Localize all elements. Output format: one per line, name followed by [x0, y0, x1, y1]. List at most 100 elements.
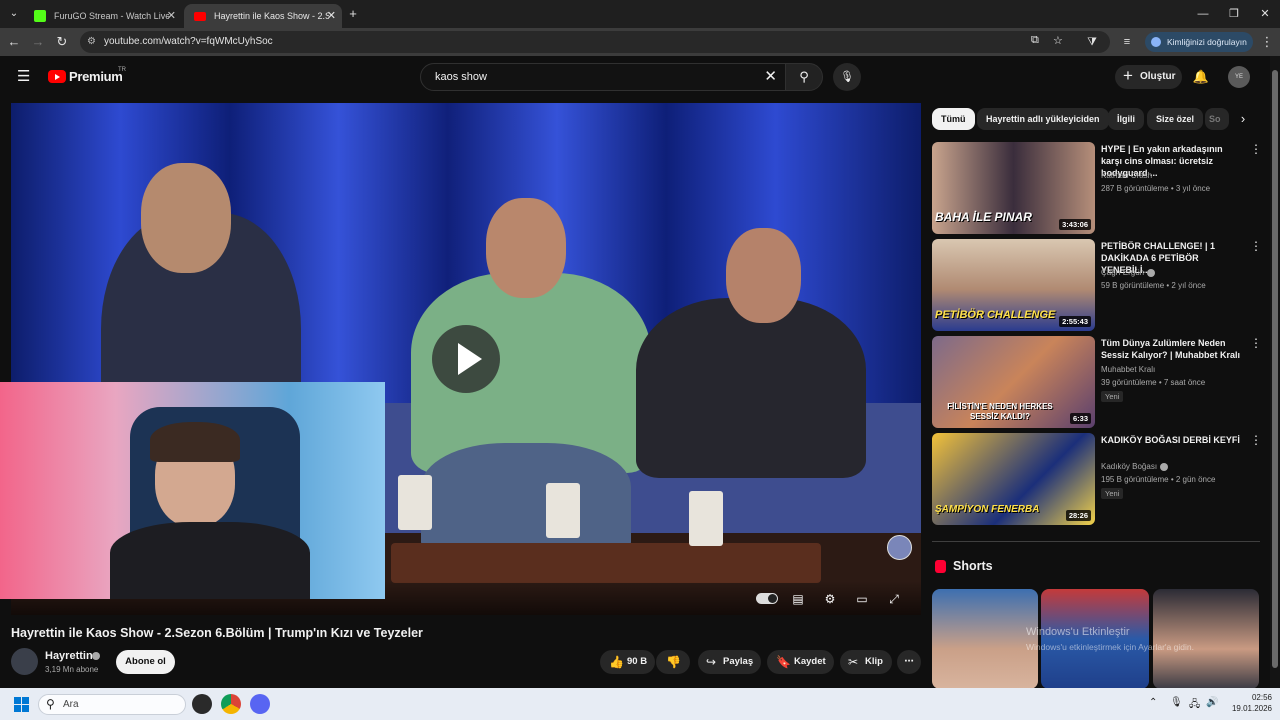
more-options-icon[interactable]: ⋮ — [1250, 433, 1262, 447]
reload-icon[interactable]: ↻ — [52, 32, 72, 52]
chevron-right-icon[interactable]: › — [1234, 109, 1252, 129]
close-tab-icon[interactable]: ✕ — [167, 4, 176, 28]
recommended-video[interactable]: PETİBÖR CHALLENGE 2:55:43 PETİBÖR CHALLE… — [932, 239, 1262, 332]
tab-search-icon[interactable]: ⌄ — [4, 4, 24, 24]
microphone-tray-icon[interactable]: 🎙 — [1170, 697, 1183, 708]
save-button[interactable]: 🔖 Kaydet — [767, 650, 834, 674]
forward-arrow-icon[interactable]: → — [28, 32, 48, 52]
install-app-icon[interactable]: ⧉ — [1031, 34, 1039, 47]
youtube-logo-text[interactable]: Premium — [69, 69, 123, 84]
video-title[interactable]: KADIKÖY BOĞASI DERBİ KEYFİ — [1101, 434, 1246, 446]
video-duration: 3:43:06 — [1059, 219, 1091, 230]
new-tab-plus-icon[interactable]: + — [343, 4, 363, 24]
channel-name[interactable]: Hayrettin — [45, 650, 93, 662]
shorts-thumbnail[interactable] — [1153, 589, 1259, 689]
recommended-video[interactable]: FİLİSTİN'E NEDEN HERKES SESSİZ KALDI? 6:… — [932, 336, 1262, 429]
more-options-icon[interactable]: ⋮ — [1250, 336, 1262, 350]
video-title[interactable]: Tüm Dünya Zulümlere Neden Sessiz Kalıyor… — [1101, 337, 1246, 361]
taskbar-app-icon[interactable] — [192, 694, 212, 714]
more-options-icon[interactable]: ⋮ — [1250, 142, 1262, 156]
share-button[interactable]: ↪ Paylaş — [698, 650, 761, 674]
bookmark-star-icon[interactable]: ☆ — [1053, 34, 1063, 47]
browser-tab-youtube[interactable]: Hayrettin ile Kaos Show - 2.Sez ✕ — [184, 4, 342, 28]
scrollbar-thumb[interactable] — [1272, 70, 1278, 668]
mic-icon[interactable]: 🎙 — [833, 63, 861, 91]
channel-name[interactable]: Katman Crash — [1101, 171, 1152, 180]
search-box[interactable]: kaos show ✕ — [420, 63, 786, 91]
browser-tab-furugo[interactable]: FuruGO Stream - Watch Live on ✕ — [24, 4, 182, 28]
taskbar-search[interactable]: Ara — [38, 694, 186, 715]
channel-name[interactable]: Muhabbet Kralı — [1101, 365, 1155, 374]
video-thumbnail[interactable]: BAHA İLE PINAR 3:43:06 — [932, 142, 1095, 234]
account-avatar[interactable]: YE — [1228, 66, 1250, 88]
restore-icon[interactable]: ❐ — [1217, 0, 1251, 28]
search-icon[interactable]: ⚲ — [785, 63, 823, 91]
video-meta: 287 B görüntüleme • 3 yıl önce — [1101, 184, 1211, 193]
discord-icon[interactable] — [250, 694, 270, 714]
more-options-icon[interactable]: ⋮ — [1250, 239, 1262, 253]
chip-related[interactable]: İlgili — [1108, 108, 1144, 130]
video-face-center — [486, 198, 566, 298]
video-thumbnail[interactable]: FİLİSTİN'E NEDEN HERKES SESSİZ KALDI? 6:… — [932, 336, 1095, 428]
chip-partial[interactable]: So — [1205, 108, 1229, 130]
clip-button[interactable]: ✂ Klip — [840, 650, 892, 674]
windows-start-icon[interactable] — [14, 697, 29, 712]
search-input[interactable]: kaos show — [435, 64, 487, 90]
create-button[interactable]: Oluştur — [1115, 64, 1182, 89]
volume-icon[interactable]: 🔊 — [1206, 697, 1218, 708]
subscribe-button[interactable]: Abone ol — [116, 650, 175, 674]
video-face-left — [141, 163, 231, 273]
subtitles-icon[interactable]: ▤ — [788, 591, 808, 607]
chrome-icon[interactable] — [221, 694, 241, 714]
channel-name[interactable]: Çağrı Ergün — [1101, 268, 1156, 277]
tab-title: Hayrettin ile Kaos Show - 2.Sez — [214, 11, 329, 21]
settings-gear-icon[interactable]: ⚙ — [820, 591, 840, 607]
more-actions-icon[interactable]: ⋯ — [897, 650, 921, 674]
address-bar[interactable]: ⚙ youtube.com/watch?v=fqWMcUyhSoc ⧉ ☆ — [80, 31, 1110, 53]
close-tab-icon[interactable]: ✕ — [327, 4, 336, 28]
theater-mode-icon[interactable]: ▭ — [852, 591, 872, 607]
hamburger-menu-icon[interactable]: ☰ — [17, 67, 30, 85]
minimize-icon[interactable]: — — [1186, 0, 1220, 28]
play-button-icon[interactable] — [432, 325, 500, 393]
shield-icon — [1151, 37, 1161, 47]
shorts-thumbnail[interactable] — [932, 589, 1038, 689]
clip-label: Klip — [865, 656, 883, 667]
video-person-right — [636, 298, 866, 478]
close-window-icon[interactable]: ✕ — [1248, 0, 1280, 28]
taskbar-clock[interactable]: 02:56 19.01.2026 — [1222, 692, 1272, 714]
video-face-right — [726, 228, 801, 323]
chip-from-uploader[interactable]: Hayrettin adlı yükleyiciden — [977, 108, 1109, 130]
video-meta: 59 B görüntüleme • 2 yıl önce — [1101, 281, 1206, 290]
clear-search-icon[interactable]: ✕ — [764, 64, 777, 90]
thumbnail-overlay-text: ŞAMPİYON FENERBA — [935, 504, 1040, 515]
tray-chevron-icon[interactable]: ⌃ — [1149, 697, 1157, 708]
dislike-button[interactable]: 👎 — [656, 650, 690, 674]
autoplay-toggle[interactable] — [756, 593, 778, 604]
chip-all[interactable]: Tümü — [932, 108, 975, 130]
recommended-video[interactable]: BAHA İLE PINAR 3:43:06 HYPE | En yakın a… — [932, 142, 1262, 235]
fullscreen-icon[interactable]: ⤢ — [884, 591, 904, 607]
reading-list-icon[interactable]: ≡ — [1117, 32, 1137, 52]
like-button[interactable]: 👍 90 B — [600, 650, 655, 674]
network-icon[interactable]: 🖧 — [1189, 697, 1200, 714]
chip-for-you[interactable]: Size özel — [1147, 108, 1204, 130]
channel-avatar[interactable] — [11, 648, 38, 675]
channel-name[interactable]: Kadıköy Boğası — [1101, 462, 1169, 471]
recommended-video[interactable]: ŞAMPİYON FENERBA 28:26 KADIKÖY BOĞASI DE… — [932, 433, 1262, 526]
site-info-icon[interactable]: ⚙ — [87, 36, 96, 47]
new-badge: Yeni — [1101, 488, 1124, 499]
menu-dots-icon[interactable]: ⋮ — [1257, 32, 1277, 52]
back-arrow-icon[interactable]: ← — [4, 32, 24, 52]
shorts-thumbnail[interactable] — [1041, 589, 1149, 689]
scissors-icon: ✂ — [848, 655, 859, 669]
thumbnail-overlay-text: BAHA İLE PINAR — [935, 210, 1032, 224]
extensions-icon[interactable]: ⧩ — [1082, 32, 1102, 52]
video-thumbnail[interactable]: ŞAMPİYON FENERBA 28:26 — [932, 433, 1095, 525]
page-scrollbar[interactable] — [1270, 56, 1280, 688]
video-thumbnail[interactable]: PETİBÖR CHALLENGE 2:55:43 — [932, 239, 1095, 331]
youtube-logo-icon[interactable] — [48, 70, 66, 83]
channel-watermark-icon[interactable] — [887, 535, 912, 560]
notifications-bell-icon[interactable]: 🔔 — [1190, 66, 1212, 88]
verify-identity-button[interactable]: Kimliğinizi doğrulayın — [1145, 32, 1253, 52]
